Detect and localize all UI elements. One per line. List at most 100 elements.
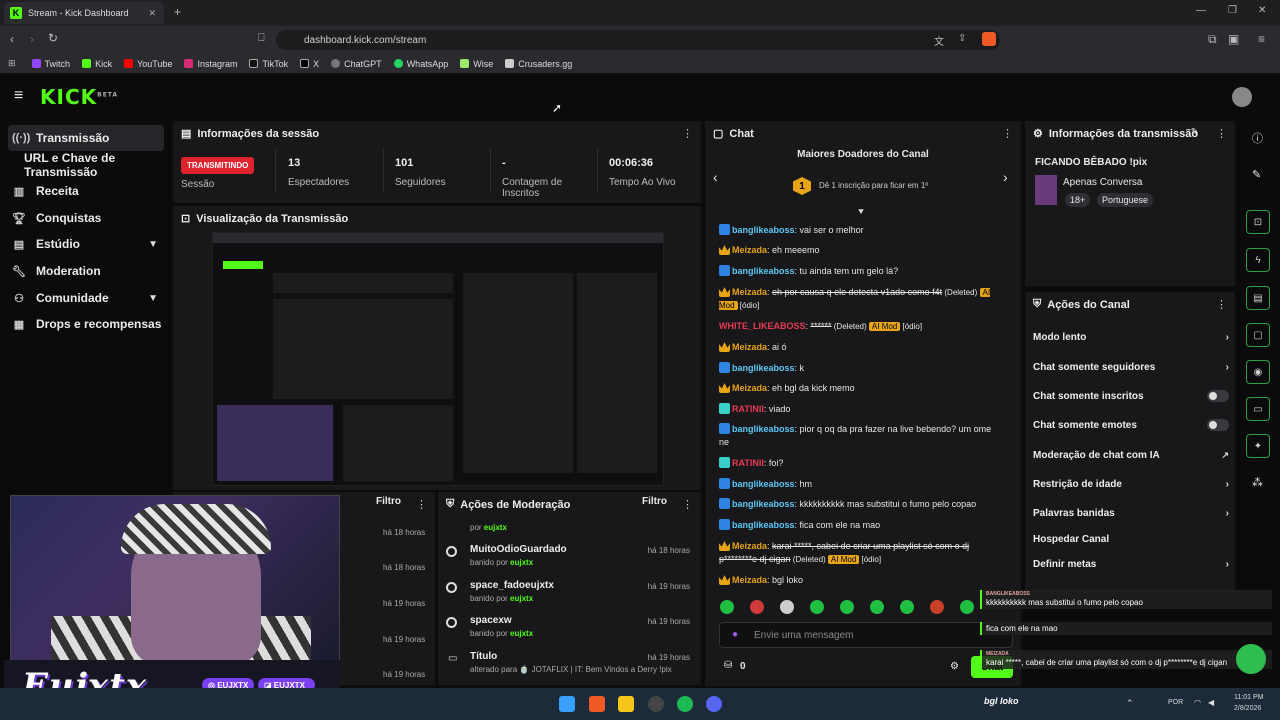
sidebar-item-comunidade[interactable]: ⚇ Comunidade ▼ [8,285,164,311]
chat-message[interactable]: Meizada: eh por causa q ele detecta v1ad… [719,286,1001,312]
emote-icon[interactable] [720,600,734,614]
sidebar-item-moderation[interactable]: 🔧︎ Moderation [8,258,164,284]
bookmark-x[interactable]: X [300,59,319,69]
kick-logo[interactable]: KICKBETA [40,85,118,109]
chat-message[interactable]: RATINII: foi? [719,457,1001,470]
edit-icon[interactable]: ✎ [1252,168,1261,181]
bookmark-icon[interactable]: ⎕ [258,32,265,45]
action-palavras-banidas[interactable]: Palavras banidas › [1033,508,1229,519]
settings-gear-icon[interactable]: ⚙ [950,661,959,672]
bookmark-wise[interactable]: Wise [460,59,493,69]
emote-icon[interactable] [870,600,884,614]
bookmark-twitch[interactable]: Twitch [31,59,70,69]
chat-username[interactable]: Meizada [732,245,767,255]
start-icon[interactable] [559,696,575,712]
chat-message[interactable]: Meizada: karai *****, cabei de criar uma… [719,540,1001,566]
maximize-icon[interactable]: ❐ [1228,5,1237,16]
sidebar-item-receita[interactable]: ▥ Receita [8,178,164,204]
stack-icon[interactable]: ▭ [1246,397,1270,421]
emote-icon[interactable] [780,600,794,614]
bookmark-chatgpt[interactable]: ChatGPT [331,59,382,69]
back-icon[interactable]: ‹ [10,32,14,46]
kebab-menu-icon[interactable]: ⋮ [1002,127,1013,140]
extensions-icon[interactable]: ⧉ [1208,32,1217,47]
volume-icon[interactable]: ◀ [1208,698,1214,707]
emote-icon[interactable] [810,600,824,614]
close-tab-icon[interactable]: ✕ [148,8,156,19]
chat-username[interactable]: banglikeaboss [732,520,795,530]
discord-icon[interactable] [706,696,722,712]
action-inscritos[interactable]: Chat somente inscritos [1033,390,1229,402]
chat-username[interactable]: banglikeaboss [732,479,795,489]
brave-icon[interactable] [589,696,605,712]
chat-message[interactable]: banglikeaboss: k [719,362,1001,375]
emote-icon[interactable] [960,600,974,614]
chat-message[interactable]: WHITE_LIKEABOSS: ****** (Deleted) AI Mod… [719,320,1001,333]
sidebar-item-estudio[interactable]: ▤ Estúdio ▼ [8,231,164,257]
pin-icon[interactable]: ⯆ [857,207,865,218]
bookmark-tiktok[interactable]: TikTok [249,59,288,69]
forward-icon[interactable]: › [30,32,34,46]
hamburger-menu-icon[interactable]: ≡ [14,87,23,105]
chat-message[interactable]: Meizada: eh meeemo [719,244,1001,257]
chat-username[interactable]: banglikeaboss [732,225,795,235]
emote-icon[interactable] [900,600,914,614]
sidebar-item-transmissao[interactable]: ((·)) Transmissão [8,125,164,151]
bookmark-crusaders[interactable]: Crusaders.gg [505,59,572,69]
sidebar-toggle-icon[interactable]: ▣ [1228,32,1239,46]
obs-icon[interactable] [648,696,664,712]
minimize-icon[interactable]: — [1196,5,1206,16]
new-tab-icon[interactable]: + [174,5,181,19]
action-emotes[interactable]: Chat somente emotes [1033,419,1229,431]
filter-button[interactable]: Filtro [642,496,667,507]
action-modo-lento[interactable]: Modo lento › [1033,332,1229,343]
emote-icon[interactable] [750,600,764,614]
chat-message[interactable]: banglikeaboss: fica com ele na mao [719,519,1001,532]
chat-username[interactable]: banglikeaboss [732,424,795,434]
share-icon[interactable]: ⇪ [958,33,966,44]
chat-message[interactable]: Meizada: eh bgl da kick memo [719,382,1001,395]
kebab-menu-icon[interactable]: ⋮ [682,127,693,140]
info-icon[interactable]: ⓘ [1252,130,1263,146]
sidebar-item-conquistas[interactable]: 🏆︎ Conquistas [8,205,164,231]
avatar[interactable] [1232,87,1252,107]
spotify-icon[interactable] [677,696,693,712]
clock-time[interactable]: 11:01 PM [1234,694,1263,701]
wifi-icon[interactable]: ◠ [1194,698,1201,707]
community-icon[interactable]: ⁂ [1252,476,1263,489]
chat-message[interactable]: Meizada: bgl loko [719,574,1001,587]
clock-date[interactable]: 2/8/2026 [1234,705,1261,712]
chat-username[interactable]: Meizada [732,287,767,297]
folder-icon[interactable] [618,696,634,712]
stream-preview-video[interactable] [212,232,664,486]
filter-button[interactable]: Filtro [376,496,401,507]
chevron-right-icon[interactable]: › [1003,169,1008,185]
sidebar-item-url-chave[interactable]: URL e Chave de Transmissão [8,151,164,179]
lightning-icon[interactable]: ϟ [1246,248,1270,272]
bookmark-whatsapp[interactable]: WhatsApp [393,59,448,69]
chat-username[interactable]: Meizada [732,342,767,352]
chat-username[interactable]: Meizada [732,383,767,393]
url-field[interactable]: dashboard.kick.com/stream [276,30,1000,50]
chat-username[interactable]: banglikeaboss [732,499,795,509]
action-moderacao-ia[interactable]: Moderação de chat com IA ↗ [1033,450,1229,461]
chevron-left-icon[interactable]: ‹ [713,169,718,185]
kebab-menu-icon[interactable]: ⋮ [416,498,427,511]
broadcast-icon[interactable]: ◉ [1246,360,1270,384]
action-definir-metas[interactable]: Definir metas › [1033,559,1229,570]
chat-username[interactable]: RATINII [732,404,764,414]
chat-bubble-icon[interactable]: ▢ [1246,323,1270,347]
apps-grid-icon[interactable]: ⊞ [8,58,16,69]
reload-icon[interactable]: ↻ [48,31,58,45]
sidebar-item-drops[interactable]: ▦ Drops e recompensas [8,311,164,337]
browser-tab[interactable]: K Stream - Kick Dashboard ✕ [4,2,164,24]
kebab-menu-icon[interactable]: ⋮ [1216,298,1227,311]
chat-message[interactable]: RATINII: viado [719,403,1001,416]
chat-input[interactable]: ● Envie uma mensagem [719,622,1013,648]
toggle-switch[interactable] [1207,390,1229,402]
clip-icon[interactable]: ⊡ [1246,210,1270,234]
tray-chevron-icon[interactable]: ⌃ [1126,698,1134,709]
emote-icon[interactable] [930,600,944,614]
chat-username[interactable]: Meizada [732,541,767,551]
chat-username[interactable]: banglikeaboss [732,266,795,276]
